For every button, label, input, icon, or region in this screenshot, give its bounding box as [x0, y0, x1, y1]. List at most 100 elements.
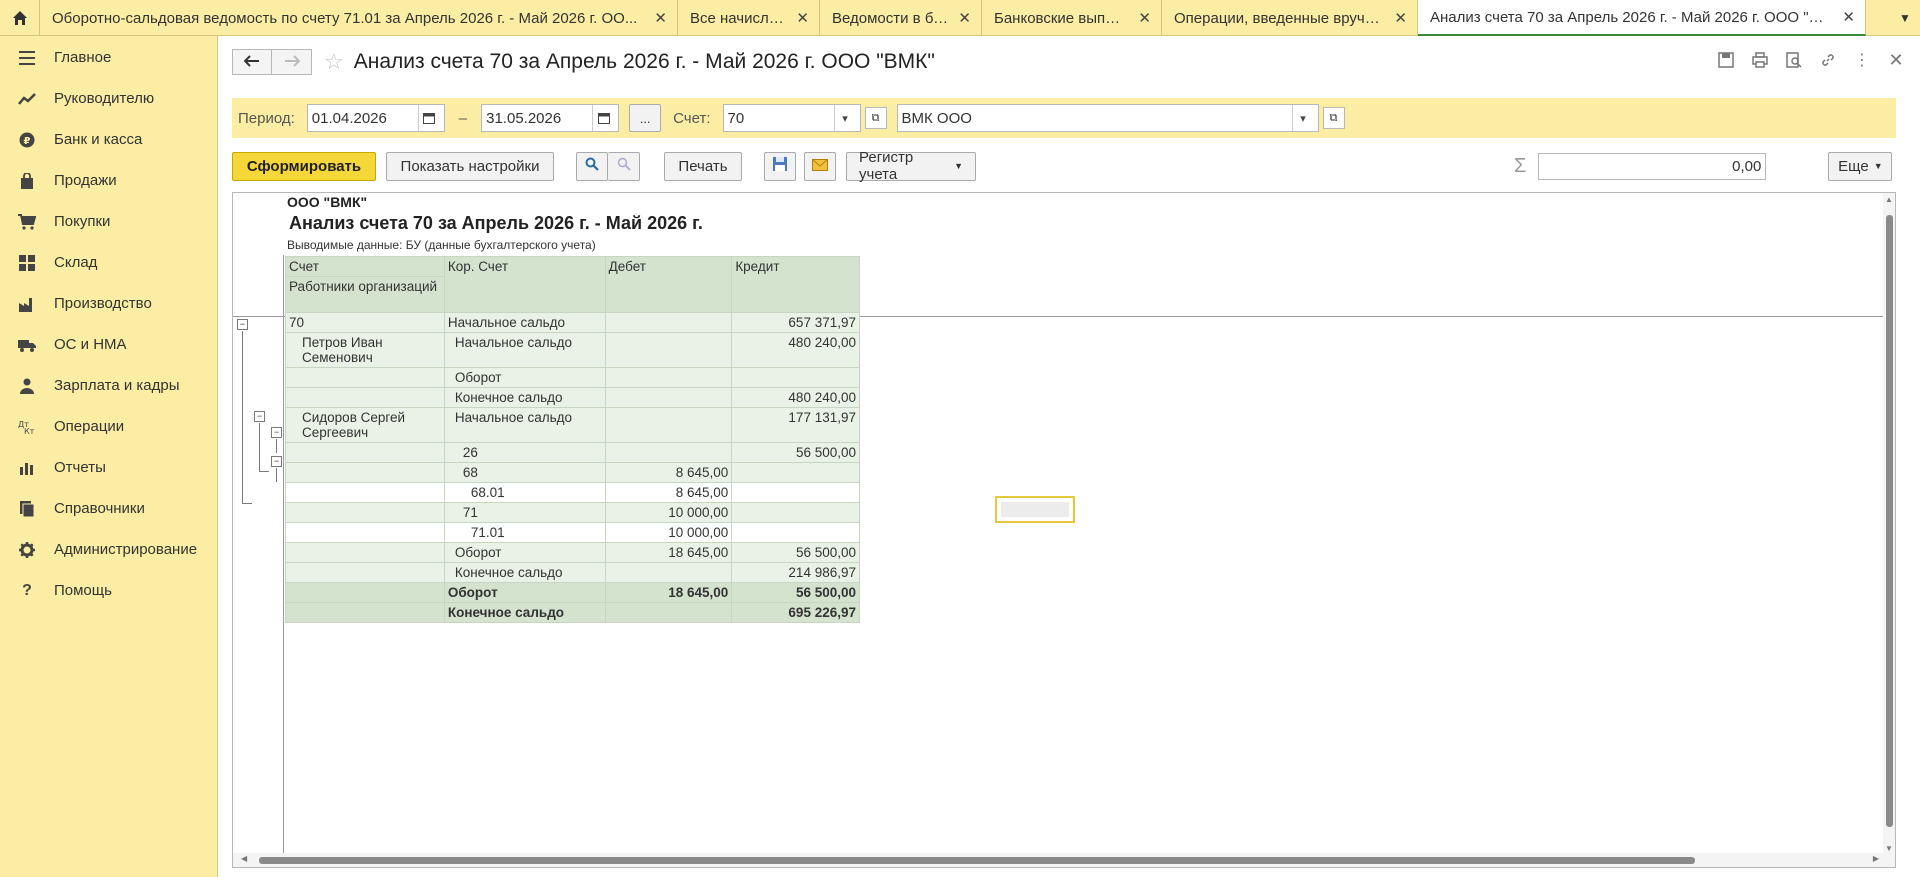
table-row[interactable]: Конечное сальдо 480 240,00	[285, 387, 860, 408]
sidebar-item-admin[interactable]: Администрирование	[0, 529, 217, 570]
table-row[interactable]: Сидоров Сергей Сергеевич Начальное сальд…	[285, 407, 860, 443]
tab-manual-operations[interactable]: Операции, введенные вручную ✕	[1162, 0, 1418, 36]
sidebar-item-operations[interactable]: Дт Кт Операции	[0, 406, 217, 447]
selected-cell[interactable]	[995, 496, 1075, 523]
tab-account-analysis[interactable]: Анализ счета 70 за Апрель 2026 г. - Май …	[1418, 0, 1866, 36]
sidebar-item-label: Руководителю	[54, 90, 155, 107]
sum-field[interactable]: 0,00	[1538, 152, 1767, 180]
table-row[interactable]: 68.01 8 645,00	[285, 482, 860, 503]
table-row[interactable]: Петров Иван Семенович Начальное сальдо 4…	[285, 332, 860, 368]
cell-corr: Начальное сальдо	[443, 332, 606, 368]
sum-icon: Σ	[1514, 154, 1527, 177]
forward-button[interactable]	[272, 49, 312, 75]
vertical-scrollbar[interactable]: ▲ ▼	[1883, 193, 1895, 867]
register-button[interactable]: Регистр учета ▼	[846, 149, 976, 183]
gear-icon	[18, 541, 36, 559]
vertical-scroll-thumb[interactable]	[1886, 215, 1893, 827]
collapse-icon[interactable]: −	[237, 319, 248, 330]
save-icon[interactable]	[1716, 50, 1736, 70]
close-icon[interactable]: ✕	[1886, 50, 1906, 70]
back-button[interactable]	[232, 49, 272, 75]
sidebar-item-production[interactable]: Производство	[0, 283, 217, 324]
calendar-icon[interactable]	[592, 105, 614, 131]
sidebar-item-catalogs[interactable]: Справочники	[0, 488, 217, 529]
tab-osv-71[interactable]: Оборотно-сальдовая ведомость по счету 71…	[40, 0, 678, 36]
sidebar-item-help[interactable]: ? Помощь	[0, 570, 217, 611]
scroll-down-icon[interactable]: ▼	[1885, 844, 1893, 853]
calendar-icon[interactable]	[417, 105, 440, 131]
tabs-dropdown-button[interactable]: ▼	[1890, 0, 1920, 35]
preview-icon[interactable]	[1784, 50, 1804, 70]
sidebar-item-label: Справочники	[54, 500, 145, 517]
generate-button[interactable]: Сформировать	[232, 151, 376, 181]
account-value: 70	[727, 109, 745, 127]
collapse-icon[interactable]: −	[254, 411, 265, 422]
table-row[interactable]: 68 8 645,00	[285, 462, 860, 483]
sidebar-item-salary[interactable]: Зарплата и кадры	[0, 365, 217, 406]
scroll-up-icon[interactable]: ▲	[1885, 195, 1893, 204]
table-row[interactable]: 26 56 500,00	[285, 442, 860, 463]
close-icon[interactable]: ✕	[654, 9, 667, 27]
sidebar-item-reports[interactable]: Отчеты	[0, 447, 217, 488]
more-vertical-icon[interactable]: ⋮	[1852, 50, 1872, 70]
sidebar-item-warehouse[interactable]: Склад	[0, 242, 217, 283]
chevron-down-icon[interactable]: ▾	[833, 105, 856, 131]
horizontal-scroll-thumb[interactable]	[259, 857, 1695, 864]
print-button[interactable]: Печать	[664, 151, 742, 181]
horizontal-scrollbar[interactable]: ◀ ▶	[233, 853, 1885, 867]
close-icon[interactable]: ✕	[796, 9, 809, 27]
search-clear-button[interactable]	[608, 151, 640, 181]
home-button[interactable]	[0, 0, 40, 36]
collapse-icon[interactable]: −	[271, 427, 282, 438]
cell-corr: Начальное сальдо	[443, 407, 606, 443]
table-row-total[interactable]: Оборот 18 645,00 56 500,00	[285, 582, 860, 603]
sidebar-item-main[interactable]: Главное	[0, 37, 217, 78]
selected-cell-fill	[1001, 502, 1069, 517]
table-row-total[interactable]: Конечное сальдо 695 226,97	[285, 602, 860, 623]
table-row[interactable]: 71.01 10 000,00	[285, 522, 860, 543]
close-icon[interactable]: ✕	[1394, 9, 1407, 27]
close-icon[interactable]: ✕	[958, 9, 971, 27]
sidebar-item-bank[interactable]: ₽ Банк и касса	[0, 119, 217, 160]
chevron-down-icon[interactable]: ▾	[1291, 105, 1314, 131]
link-icon[interactable]	[1818, 50, 1838, 70]
send-email-button[interactable]	[804, 151, 836, 181]
collapse-icon[interactable]: −	[271, 456, 282, 467]
show-settings-button[interactable]: Показать настройки	[386, 151, 554, 181]
cell-corr: 71	[443, 502, 606, 523]
table-header-row: Счет Кор. Счет Дебет Кредит	[285, 256, 860, 313]
cell-account	[285, 482, 445, 503]
sidebar-item-manager[interactable]: Руководителю	[0, 78, 217, 119]
tab-label: Операции, введенные вручную	[1174, 9, 1385, 27]
account-field[interactable]: 70 ▾	[722, 104, 861, 132]
sidebar-item-assets[interactable]: ОС и НМА	[0, 324, 217, 365]
table-row[interactable]: Оборот	[285, 367, 860, 388]
table-row[interactable]: Оборот 18 645,00 56 500,00	[285, 542, 860, 563]
open-icon[interactable]: ⧉	[1322, 107, 1345, 129]
open-icon[interactable]: ⧉	[864, 107, 887, 129]
organization-field[interactable]: ВМК ООО ▾	[896, 104, 1319, 132]
close-icon[interactable]: ✕	[1138, 9, 1151, 27]
date-to-field[interactable]: 31.05.2026	[481, 104, 620, 132]
truck-icon	[18, 336, 36, 354]
close-icon[interactable]: ✕	[1842, 8, 1855, 26]
save-report-button[interactable]	[764, 151, 796, 181]
more-button[interactable]: Еще ▼	[1828, 151, 1893, 181]
sidebar-item-sales[interactable]: Продажи	[0, 160, 217, 201]
date-from-field[interactable]: 01.04.2026	[306, 104, 445, 132]
scroll-left-icon[interactable]: ◀	[241, 854, 247, 863]
table-row[interactable]: 71 10 000,00	[285, 502, 860, 523]
search-button[interactable]	[576, 151, 608, 181]
tab-all-accruals[interactable]: Все начисления ✕	[678, 0, 820, 36]
cell-debit	[604, 332, 733, 368]
star-icon[interactable]: ☆	[324, 49, 344, 75]
table-row[interactable]: Конечное сальдо 214 986,97	[285, 562, 860, 583]
tab-bank-statements[interactable]: Ведомости в банк ✕	[820, 0, 982, 36]
cell-account: Сидоров Сергей Сергеевич	[285, 407, 445, 443]
period-select-button[interactable]: ...	[629, 104, 662, 132]
scroll-right-icon[interactable]: ▶	[1873, 854, 1879, 863]
table-row[interactable]: 70 Начальное сальдо 657 371,97	[285, 312, 860, 333]
print-icon[interactable]	[1750, 50, 1770, 70]
sidebar-item-purchases[interactable]: Покупки	[0, 201, 217, 242]
tab-bank-extracts[interactable]: Банковские выписки ✕	[982, 0, 1162, 36]
